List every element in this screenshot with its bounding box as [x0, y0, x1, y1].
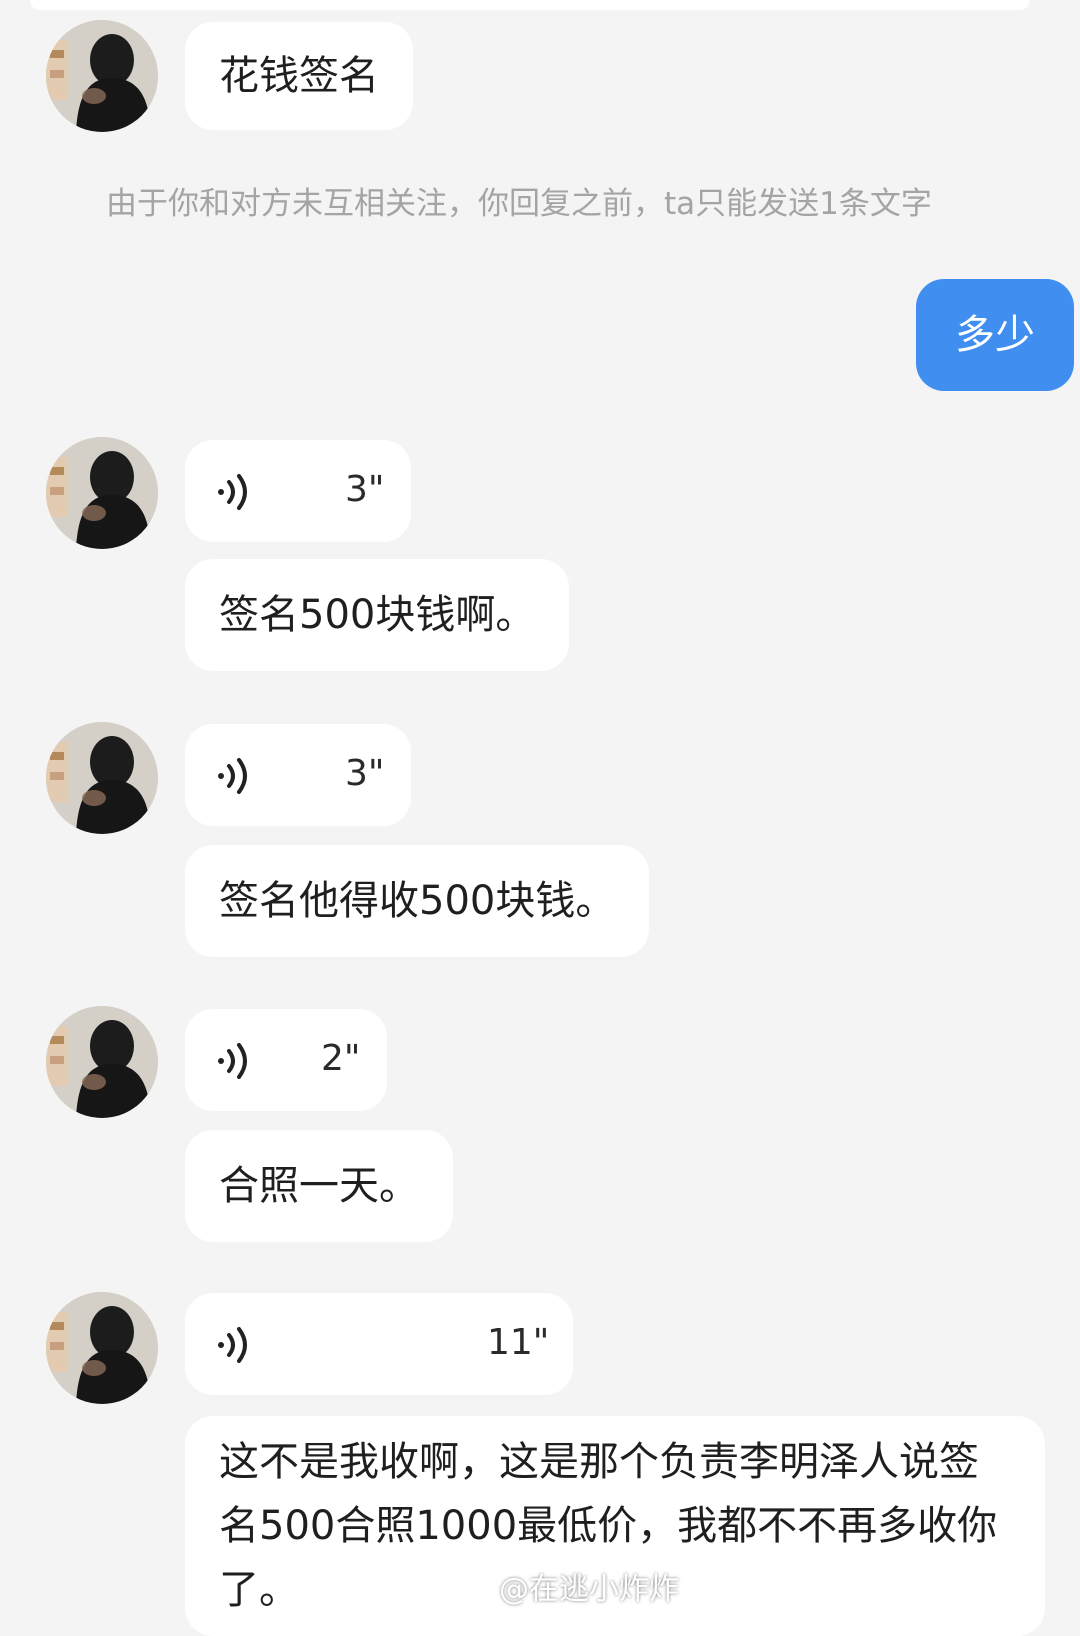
sender-avatar[interactable]: [46, 437, 158, 549]
follow-restriction-notice: 由于你和对方未互相关注，你回复之前，ta只能发送1条文字: [106, 186, 932, 222]
voice-message-bubble[interactable]: 3": [185, 440, 411, 542]
sender-avatar[interactable]: [46, 20, 158, 132]
voice-message-bubble[interactable]: 2": [185, 1009, 387, 1111]
voice-duration: 11": [487, 1322, 550, 1363]
voice-duration: 3": [345, 753, 385, 794]
voice-duration: 2": [321, 1038, 361, 1079]
outgoing-text-bubble[interactable]: 多少: [916, 279, 1074, 391]
voice-message-bubble[interactable]: 3": [185, 724, 411, 826]
weibo-watermark: @在逃小炸炸: [455, 1566, 679, 1607]
voice-wave-icon: [218, 758, 247, 794]
incoming-text-bubble[interactable]: 合照一天。: [185, 1130, 453, 1242]
incoming-text-bubble[interactable]: 签名他得收500块钱。: [185, 845, 650, 957]
sender-avatar[interactable]: [46, 1006, 158, 1118]
sender-avatar[interactable]: [46, 1292, 158, 1404]
voice-wave-icon: [218, 1043, 247, 1079]
weibo-logo-icon: [455, 1571, 493, 1603]
voice-wave-icon: [218, 1327, 247, 1363]
previous-bubble-edge: [30, 0, 1030, 10]
voice-message-bubble[interactable]: 11": [185, 1293, 573, 1395]
voice-wave-icon: [218, 474, 247, 510]
sender-avatar[interactable]: [46, 722, 158, 834]
incoming-text-bubble[interactable]: 花钱签名: [185, 22, 413, 130]
voice-duration: 3": [345, 469, 385, 510]
incoming-text-bubble[interactable]: 签名500块钱啊。: [185, 559, 570, 671]
watermark-text: @在逃小炸炸: [499, 1572, 679, 1607]
